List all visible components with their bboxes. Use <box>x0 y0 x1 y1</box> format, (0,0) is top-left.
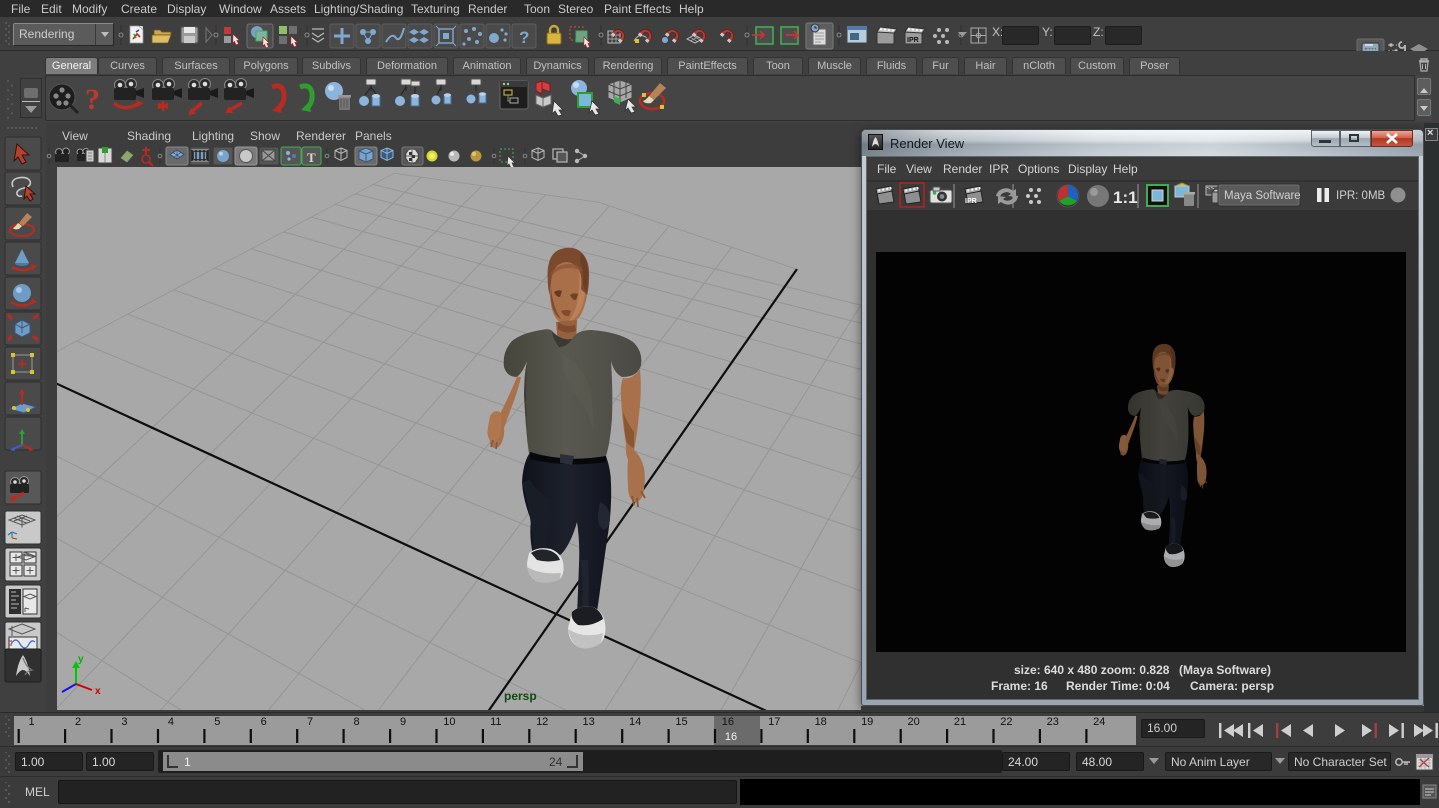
svg-text:3: 3 <box>121 716 127 728</box>
svg-text:14: 14 <box>629 716 641 728</box>
svg-text:1:1: 1:1 <box>1113 188 1138 207</box>
svg-text:?: ? <box>519 28 529 47</box>
svg-text:?: ? <box>85 83 100 116</box>
svg-text:IPR: IPR <box>965 198 977 205</box>
svg-text:13: 13 <box>582 716 594 728</box>
svg-text:6: 6 <box>261 716 267 728</box>
svg-text:20: 20 <box>907 716 919 728</box>
svg-text:x: x <box>95 686 101 697</box>
svg-text:24: 24 <box>1093 716 1105 728</box>
svg-text:16: 16 <box>725 731 737 743</box>
svg-text:18: 18 <box>815 716 827 728</box>
svg-text:10: 10 <box>443 716 455 728</box>
svg-text:y: y <box>78 654 84 665</box>
svg-text:4: 4 <box>168 716 174 728</box>
svg-text:7: 7 <box>307 716 313 728</box>
svg-text:16: 16 <box>722 716 734 728</box>
svg-text:8: 8 <box>353 716 359 728</box>
svg-text:15: 15 <box>675 716 687 728</box>
svg-text:T: T <box>307 150 316 165</box>
svg-text:1: 1 <box>29 716 35 728</box>
svg-text:12: 12 <box>536 716 548 728</box>
svg-text:19: 19 <box>861 716 873 728</box>
svg-text:23: 23 <box>1047 716 1059 728</box>
svg-text:2: 2 <box>75 716 81 728</box>
svg-text:IPR: 0MB: IPR: 0MB <box>1336 190 1386 202</box>
svg-text:17: 17 <box>768 716 780 728</box>
svg-text:22: 22 <box>1000 716 1012 728</box>
svg-text:11: 11 <box>490 716 501 728</box>
svg-text:21: 21 <box>954 716 966 728</box>
svg-text:9: 9 <box>400 716 406 728</box>
svg-text:Maya Software: Maya Software <box>1224 190 1301 202</box>
svg-text:5: 5 <box>214 716 220 728</box>
svg-text:persp: persp <box>504 689 537 703</box>
svg-text:IPR: IPR <box>907 37 919 44</box>
